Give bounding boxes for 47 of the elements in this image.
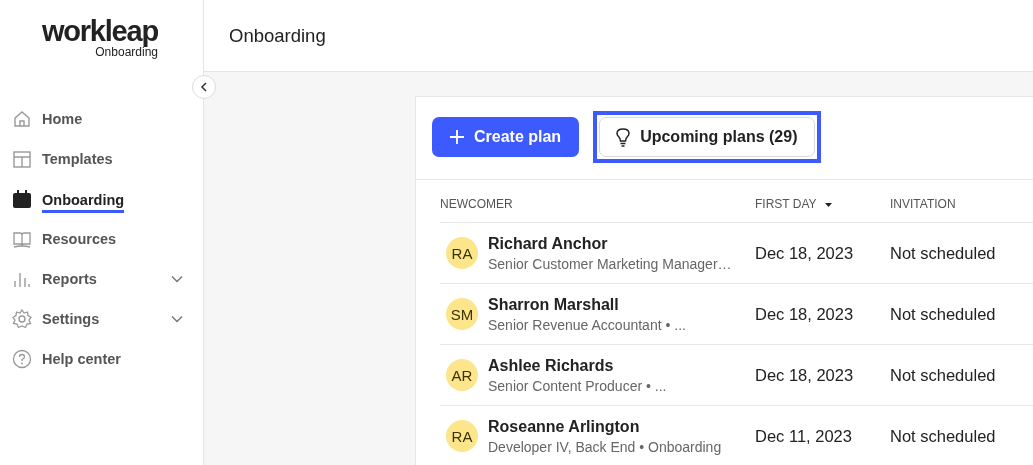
- avatar: AR: [446, 359, 478, 391]
- chevron-left-icon: [200, 82, 208, 92]
- sidebar-item[interactable]: Resources: [0, 219, 203, 259]
- templates-icon: [12, 149, 32, 169]
- brand-logo: workleap: [41, 16, 158, 46]
- column-header[interactable]: FIRST DAY: [755, 197, 817, 211]
- newcomer-role: Senior Customer Marketing Manager…: [488, 255, 732, 272]
- sidebar-item[interactable]: Help center: [0, 339, 203, 379]
- first-day-date: Dec 18, 2023: [755, 304, 854, 323]
- home-icon: [12, 109, 32, 129]
- upcoming-plans-button[interactable]: Upcoming plans (29): [599, 117, 815, 157]
- book-icon: [12, 229, 32, 249]
- create-plan-button[interactable]: Create plan: [432, 117, 580, 157]
- help-icon: [12, 349, 32, 369]
- calendar-icon: [12, 189, 32, 209]
- page-title: Onboarding: [229, 24, 326, 47]
- column-header[interactable]: NEWCOMER: [440, 197, 513, 211]
- chevron-down-icon[interactable]: [171, 275, 183, 283]
- first-day-date: Dec 18, 2023: [755, 365, 854, 384]
- avatar: SM: [446, 298, 478, 330]
- newcomer-name[interactable]: Ashlee Richards: [488, 356, 667, 375]
- sort-down-icon[interactable]: [824, 202, 832, 207]
- invitation-status: Not scheduled: [890, 243, 996, 262]
- collapse-sidebar-button[interactable]: [192, 75, 216, 99]
- newcomer-name[interactable]: Richard Anchor: [488, 234, 732, 253]
- sidebar-item[interactable]: Settings: [0, 299, 203, 339]
- newcomer-role: Senior Revenue Accountant • ...: [488, 316, 686, 333]
- newcomer-name[interactable]: Sharron Marshall: [488, 295, 686, 314]
- invitation-status: Not scheduled: [890, 365, 996, 384]
- gear-icon: [12, 309, 32, 329]
- sidebar-item[interactable]: Home: [0, 99, 203, 139]
- newcomer-role: Developer IV, Back End • Onboarding: [488, 438, 722, 455]
- plus-icon: [450, 130, 464, 144]
- invitation-status: Not scheduled: [890, 304, 996, 323]
- sidebar-item[interactable]: Templates: [0, 139, 203, 179]
- avatar: RA: [446, 237, 478, 269]
- newcomer-role: Senior Content Producer • ...: [488, 377, 667, 394]
- invitation-status: Not scheduled: [890, 426, 996, 445]
- newcomer-name[interactable]: Roseanne Arlington: [488, 417, 722, 436]
- first-day-date: Dec 18, 2023: [755, 243, 854, 262]
- avatar: RA: [446, 420, 478, 452]
- first-day-date: Dec 11, 2023: [755, 426, 852, 445]
- lightbulb-icon: [616, 127, 631, 147]
- column-header[interactable]: INVITATION: [890, 197, 956, 211]
- chevron-down-icon[interactable]: [171, 315, 183, 323]
- sidebar-item[interactable]: Onboarding: [0, 179, 203, 219]
- sidebar-item[interactable]: Reports: [0, 259, 203, 299]
